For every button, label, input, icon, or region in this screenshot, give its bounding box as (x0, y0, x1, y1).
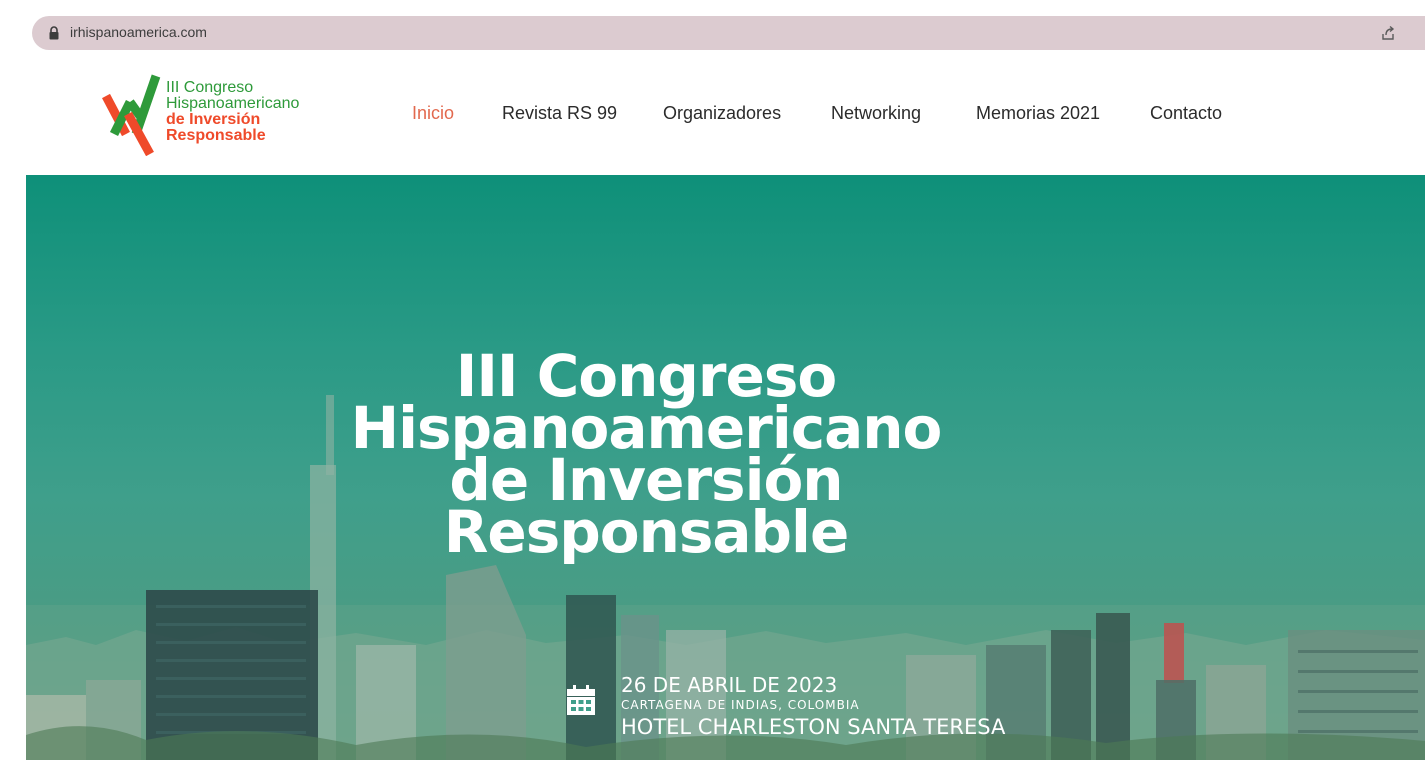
main-nav: Inicio Revista RS 99 Organizadores Netwo… (0, 60, 1425, 175)
event-venue: HOTEL CHARLESTON SANTA TERESA (621, 715, 1006, 739)
hero-title: III Congreso Hispanoamericano de Inversi… (26, 347, 1266, 566)
share-icon[interactable] (1380, 25, 1396, 41)
event-date: 26 DE ABRIL DE 2023 (621, 673, 838, 697)
nav-item-networking[interactable]: Networking (831, 103, 921, 124)
nav-item-inicio[interactable]: Inicio (412, 103, 454, 124)
hero-title-line-4: Responsable (443, 498, 850, 566)
nav-item-organizadores[interactable]: Organizadores (663, 103, 781, 124)
calendar-icon (567, 685, 595, 715)
hero-banner: III Congreso Hispanoamericano de Inversi… (26, 175, 1425, 760)
event-info: 26 DE ABRIL DE 2023 CARTAGENA DE INDIAS,… (567, 673, 1167, 753)
url-field[interactable]: irhispanoamerica.com (32, 16, 1425, 50)
nav-item-revista[interactable]: Revista RS 99 (502, 103, 617, 124)
event-city: CARTAGENA DE INDIAS, COLOMBIA (621, 698, 860, 712)
url-text: irhispanoamerica.com (70, 24, 207, 40)
nav-item-memorias[interactable]: Memorias 2021 (976, 103, 1100, 124)
site-header: III Congreso Hispanoamericano de Inversi… (0, 60, 1425, 175)
lock-icon[interactable] (49, 26, 59, 40)
browser-address-bar: irhispanoamerica.com (0, 0, 1425, 60)
nav-item-contacto[interactable]: Contacto (1150, 103, 1222, 124)
